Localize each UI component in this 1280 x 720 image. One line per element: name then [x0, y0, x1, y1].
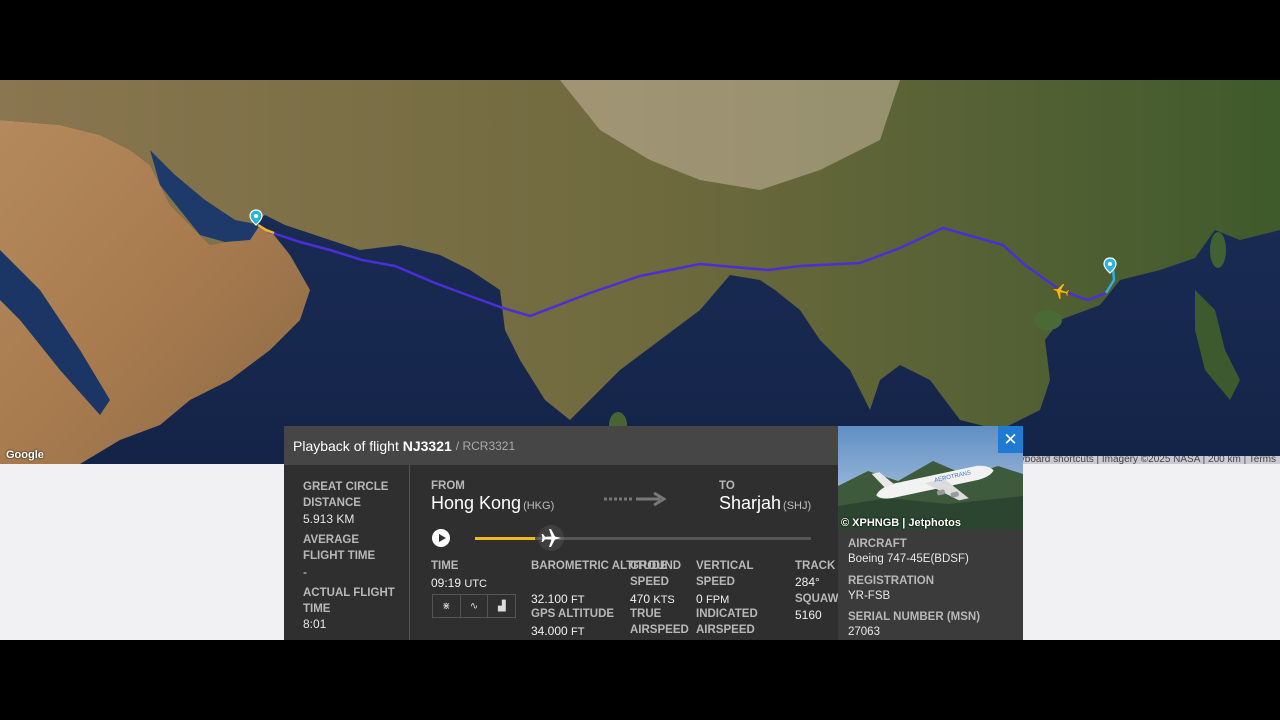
close-button[interactable]: ✕ — [998, 426, 1023, 453]
vertical-speed-number: 0 — [696, 592, 703, 606]
ground-speed-unit: KTS — [653, 594, 675, 606]
altitude-graph-icon[interactable]: ▟ — [488, 595, 515, 617]
from-city: Hong Kong — [431, 493, 522, 513]
gps-alt-label: GPS ALTITUDE — [531, 608, 615, 620]
route-arrow-icon — [604, 492, 666, 506]
time-number: 09:19 — [431, 576, 462, 590]
actual-time-value: 8:01 — [303, 617, 327, 631]
playback-panel: Playback of flight NJ3321 / RCR3321 GREA… — [284, 426, 847, 640]
aircraft-photo[interactable]: AEROTRANS © XPHNGB | Jetphotos — [838, 426, 1023, 530]
gps-alt-number: 34.000 — [531, 624, 568, 638]
track-value: 284° — [795, 575, 820, 589]
baro-alt-unit: FT — [571, 594, 585, 606]
satellite-map[interactable]: Google Keyboard shortcuts | Imagery ©202… — [0, 80, 1280, 464]
vertical-speed-label: VERTICAL SPEED — [696, 560, 754, 588]
ground-speed-label: GROUND SPEED — [630, 560, 682, 588]
map-attribution[interactable]: Keyboard shortcuts | Imagery ©2025 NASA … — [1003, 456, 1280, 464]
callsign: / RCR3321 — [455, 438, 516, 453]
time-label: TIME — [431, 560, 459, 572]
letterbox-top — [0, 0, 1280, 80]
flight-number: NJ3321 — [402, 437, 452, 454]
aircraft-photo-image: AEROTRANS — [838, 426, 1023, 530]
flight-stats: GREAT CIRCLE DISTANCE 5.913 KM AVERAGE F… — [284, 465, 410, 640]
close-icon: ✕ — [1003, 429, 1018, 449]
panel-title: Playback of flight NJ3321 — [293, 438, 452, 454]
avg-time-label: AVERAGE FLIGHT TIME — [303, 534, 376, 562]
flight-playback-view: Google Keyboard shortcuts | Imagery ©202… — [0, 80, 1280, 640]
to-code: (SHJ) — [783, 500, 812, 512]
title-prefix: Playback of flight — [293, 437, 403, 454]
distance-label: GREAT CIRCLE DISTANCE — [303, 481, 389, 509]
map-canvas[interactable] — [0, 80, 1280, 464]
ground-speed-value: 470 KTS — [630, 592, 675, 606]
view-toolbox: ⋇ ∿ ▟ — [432, 594, 516, 618]
destination: TO Sharjah (SHJ) — [719, 480, 811, 514]
baro-alt-number: 32.100 — [531, 592, 568, 606]
toggle-route-icon[interactable]: ∿ — [461, 595, 489, 617]
from-label: FROM — [431, 480, 465, 492]
to-label: TO — [719, 480, 735, 492]
panel-header: Playback of flight NJ3321 / RCR3321 — [284, 426, 838, 465]
aircraft-value: Boeing 747-45E(BDSF) — [848, 553, 969, 565]
playback-progress — [475, 537, 536, 540]
gps-alt-unit: FT — [571, 626, 585, 638]
origin: FROM Hong Kong (HKG) — [431, 480, 554, 514]
avg-time-value: - — [303, 565, 307, 579]
serial-value: 27063 — [848, 626, 880, 638]
aircraft-info-panel: AEROTRANS © XPHNGB | Jetphotos ✕ AIRCRAF… — [838, 426, 1023, 640]
time-value: 09:19 UTC — [431, 576, 487, 590]
squawk-value: 5160 — [795, 608, 822, 622]
ground-speed-number: 470 — [630, 592, 651, 606]
actual-time-label: ACTUAL FLIGHT TIME — [303, 587, 395, 615]
registration-label: REGISTRATION — [848, 575, 935, 587]
from-code: (HKG) — [523, 500, 555, 512]
playback-slider[interactable] — [475, 537, 811, 540]
to-city: Sharjah — [719, 493, 782, 513]
registration-value: YR-FSB — [848, 590, 891, 602]
baro-alt-value: 32.100 FT — [531, 592, 585, 606]
serial-label: SERIAL NUMBER (MSN) — [848, 611, 981, 623]
true-airspeed-label: TRUE AIRSPEED — [630, 608, 689, 636]
gps-alt-value: 34.000 FT — [531, 624, 585, 638]
time-unit: UTC — [464, 578, 487, 590]
vertical-speed-unit: FPM — [706, 594, 730, 606]
play-icon — [438, 534, 446, 542]
toggle-labels-icon[interactable]: ⋇ — [433, 595, 461, 617]
vertical-speed-value: 0 FPM — [696, 592, 729, 606]
letterbox-bottom — [0, 640, 1280, 720]
aircraft-label: AIRCRAFT — [848, 538, 907, 550]
track-label: TRACK — [795, 560, 836, 572]
photo-credit[interactable]: © XPHNGB | Jetphotos — [841, 517, 961, 529]
play-button[interactable] — [432, 529, 450, 547]
google-logo: Google — [6, 449, 44, 461]
playback-handle-plane-icon[interactable] — [537, 524, 565, 552]
distance-value: 5.913 KM — [303, 512, 355, 526]
indicated-airspeed-label: INDICATED AIRSPEED — [696, 608, 758, 636]
